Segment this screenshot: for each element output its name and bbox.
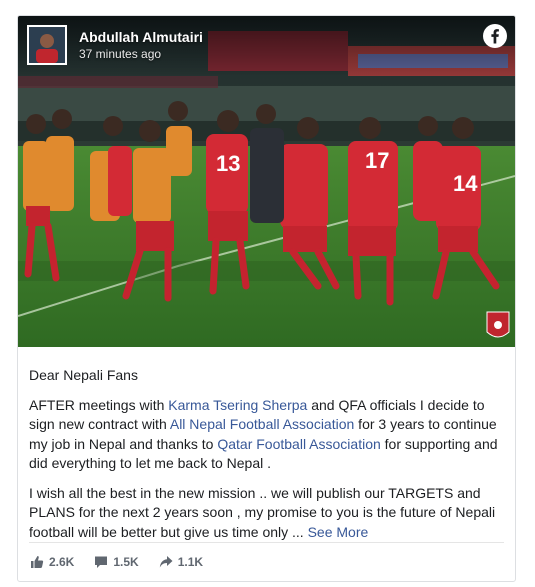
comments-count[interactable]: 1.5K [94, 555, 139, 569]
share-arrow-icon [159, 555, 173, 569]
mention-link[interactable]: Karma Tsering Sherpa [168, 397, 307, 413]
avatar-image [29, 27, 65, 63]
post-timestamp[interactable]: 37 minutes ago [79, 47, 161, 61]
likes-count[interactable]: 2.6K [30, 555, 74, 569]
post-paragraph: AFTER meetings with Karma Tsering Sherpa… [29, 396, 509, 474]
author-name[interactable]: Abdullah Almutairi [79, 29, 203, 45]
shares-value: 1.1K [177, 555, 204, 569]
comment-icon [94, 555, 108, 569]
avatar[interactable] [27, 25, 67, 65]
likes-value: 2.6K [49, 555, 75, 569]
anfa-crest-icon [486, 311, 510, 338]
facebook-icon[interactable] [483, 24, 507, 48]
shares-count[interactable]: 1.1K [159, 555, 203, 569]
mention-link[interactable]: Qatar Football Association [217, 436, 380, 452]
jersey-number: 13 [216, 151, 240, 176]
post-header [18, 16, 515, 76]
see-more-link[interactable]: See More [308, 524, 369, 540]
text-span: I wish all the best in the new mission .… [29, 484, 496, 540]
divider [29, 542, 504, 543]
text-span: AFTER meetings with [29, 396, 169, 413]
post-paragraph: I wish all the best in the new mission .… [29, 484, 509, 543]
engagement-stats: 2.6K 1.5K 1.1K [30, 555, 203, 569]
jersey-number: 17 [365, 148, 389, 173]
mention-link[interactable]: All Nepal Football Association [170, 416, 354, 432]
jersey-number: 14 [453, 171, 478, 196]
post-card: 13 17 14 Abdullah Almutairi 37 minutes a… [17, 15, 516, 582]
comments-value: 1.5K [113, 555, 139, 569]
post-greeting: Dear Nepali Fans [29, 367, 138, 383]
thumbs-up-icon [30, 555, 44, 569]
post-message: Dear Nepali Fans AFTER meetings with Kar… [29, 366, 509, 552]
